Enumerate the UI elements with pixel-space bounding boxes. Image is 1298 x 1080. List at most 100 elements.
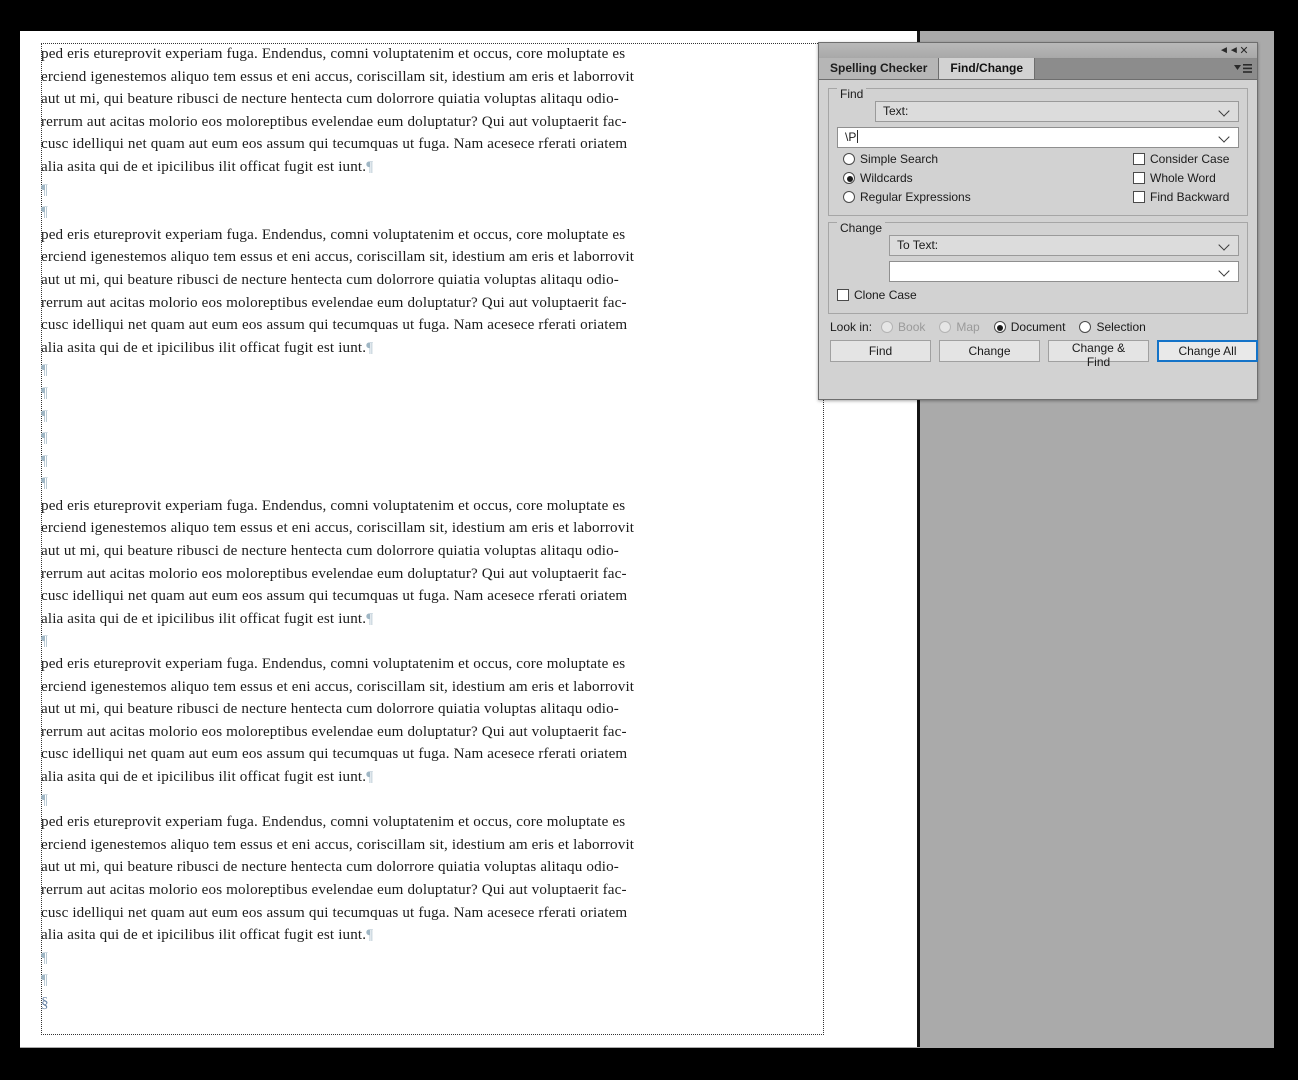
- checkbox-consider-case[interactable]: Consider Case: [1133, 152, 1233, 166]
- find-query-value: \P: [845, 130, 857, 144]
- document-text-line: cusc idelliqui net quam aut eum eos assu…: [41, 317, 628, 334]
- panel-menu-icon[interactable]: [1234, 62, 1252, 76]
- document-text-line: cusc idelliqui net quam aut eum eos assu…: [41, 588, 628, 605]
- radio-regular-expressions[interactable]: Regular Expressions: [843, 190, 1133, 204]
- document-text-line: ped eris etureprovit experiam fuga. Ende…: [41, 814, 626, 831]
- checkbox-label: Consider Case: [1150, 152, 1230, 166]
- change-group: Change To Text: Clone Case: [828, 221, 1248, 314]
- panel-body: Find Text: \P Simple Search Consider Cas…: [819, 80, 1258, 399]
- pilcrow-mark: ¶: [41, 204, 48, 221]
- change-group-label: Change: [837, 221, 886, 235]
- radio-look-in-document[interactable]: Document: [993, 320, 1066, 334]
- document-text-line: aut ut mi, qui beature ribusci de nectur…: [41, 859, 619, 876]
- document-text-line: ped eris etureprovit experiam fuga. Ende…: [41, 656, 626, 673]
- find-options: Simple Search Consider Case Wildcards Wh…: [837, 148, 1239, 209]
- find-change-panel[interactable]: ◄◄ ✕ Spelling Checker Find/Change Find T…: [818, 42, 1258, 400]
- document-text-line: rerrum aut acitas molorio eos moloreptib…: [41, 113, 627, 130]
- checkbox-clone-case[interactable]: Clone Case: [837, 288, 917, 302]
- pilcrow-mark: ¶: [41, 430, 48, 447]
- look-in-row: Look in: Book Map Document Selection: [830, 320, 1248, 334]
- radio-wildcards[interactable]: Wildcards: [843, 171, 1133, 185]
- close-icon[interactable]: ✕: [1237, 44, 1251, 58]
- radio-indicator: [1079, 321, 1092, 333]
- document-text-line: alia asita qui de et ipicilibus ilit off…: [41, 158, 374, 175]
- empty-paragraph-line: ¶: [41, 382, 831, 405]
- section-mark: §: [41, 994, 49, 1011]
- document-text-line: erciend igenestemos aliquo tem essus et …: [41, 68, 635, 85]
- radio-label: Map: [956, 320, 980, 334]
- pilcrow-mark: ¶: [366, 339, 374, 356]
- document-text-line: erciend igenestemos aliquo tem essus et …: [41, 836, 635, 853]
- document-text-line: cusc idelliqui net quam aut eum eos assu…: [41, 136, 628, 153]
- pilcrow-mark: ¶: [366, 610, 374, 627]
- change-all-button[interactable]: Change All: [1157, 340, 1258, 362]
- panel-tabstrip[interactable]: Spelling Checker Find/Change: [819, 58, 1257, 80]
- radio-indicator: [881, 321, 894, 333]
- empty-paragraph-line: ¶: [41, 201, 831, 224]
- change-button[interactable]: Change: [939, 340, 1040, 362]
- document-text-line: ped eris etureprovit experiam fuga. Ende…: [41, 46, 626, 62]
- empty-paragraph-line: ¶: [41, 969, 831, 992]
- checkbox-label: Whole Word: [1150, 171, 1216, 185]
- radio-label: Selection: [1096, 320, 1146, 334]
- document-text-line: ped eris etureprovit experiam fuga. Ende…: [41, 497, 626, 514]
- change-and-find-button[interactable]: Change & Find: [1048, 340, 1149, 369]
- change-replace-input[interactable]: [889, 261, 1239, 282]
- checkbox-indicator: [1133, 191, 1145, 203]
- change-mode-select[interactable]: To Text:: [889, 235, 1239, 256]
- find-group: Find Text: \P Simple Search Consider Cas…: [828, 87, 1248, 216]
- tab-spelling-checker[interactable]: Spelling Checker: [819, 58, 940, 79]
- panel-button-row: Find Change Change & Find Change All: [830, 340, 1258, 369]
- pilcrow-mark: ¶: [366, 158, 374, 175]
- find-query-input[interactable]: \P: [837, 127, 1239, 148]
- checkbox-find-backward[interactable]: Find Backward: [1133, 190, 1233, 204]
- section-mark-line: §: [41, 992, 831, 1015]
- collapse-double-chevron-icon[interactable]: ◄◄: [1219, 44, 1239, 58]
- find-button[interactable]: Find: [830, 340, 931, 362]
- checkbox-whole-word[interactable]: Whole Word: [1133, 171, 1233, 185]
- checkbox-label: Clone Case: [854, 288, 917, 302]
- pilcrow-mark: ¶: [41, 362, 48, 379]
- document-text-line: rerrum aut acitas molorio eos moloreptib…: [41, 881, 627, 898]
- pilcrow-mark: ¶: [41, 452, 48, 469]
- document-text-line: aut ut mi, qui beature ribusci de nectur…: [41, 543, 619, 560]
- radio-label: Regular Expressions: [860, 190, 971, 204]
- pilcrow-mark: ¶: [41, 475, 48, 492]
- document-text-line: alia asita qui de et ipicilibus ilit off…: [41, 339, 374, 356]
- app-window: ped eris etureprovit experiam fuga. Ende…: [0, 0, 1298, 1080]
- pilcrow-mark: ¶: [366, 927, 374, 944]
- tab-find-change[interactable]: Find/Change: [939, 58, 1036, 79]
- empty-paragraph-line: ¶: [41, 630, 831, 653]
- radio-look-in-selection[interactable]: Selection: [1079, 320, 1146, 334]
- document-text-line: cusc idelliqui net quam aut eum eos assu…: [41, 904, 628, 921]
- radio-look-in-book: Book: [881, 320, 925, 334]
- pilcrow-mark: ¶: [41, 972, 48, 989]
- pilcrow-mark: ¶: [41, 633, 48, 650]
- radio-indicator: [993, 321, 1006, 333]
- document-text-line: erciend igenestemos aliquo tem essus et …: [41, 678, 635, 695]
- pilcrow-mark: ¶: [366, 769, 374, 785]
- empty-paragraph-line: ¶: [41, 450, 831, 473]
- document-text-line: alia asita qui de et ipicilibus ilit off…: [41, 927, 374, 944]
- find-group-label: Find: [837, 87, 867, 101]
- document-page[interactable]: ped eris etureprovit experiam fuga. Ende…: [20, 31, 920, 1047]
- pilcrow-mark: ¶: [41, 407, 48, 424]
- document-text-line: aut ut mi, qui beature ribusci de nectur…: [41, 701, 619, 718]
- empty-paragraph-line: ¶: [41, 427, 831, 450]
- document-text-line: aut ut mi, qui beature ribusci de nectur…: [41, 91, 619, 108]
- radio-indicator: [843, 153, 855, 165]
- document-text-line: aut ut mi, qui beature ribusci de nectur…: [41, 271, 619, 288]
- find-mode-select[interactable]: Text:: [875, 101, 1239, 122]
- radio-label: Document: [1010, 320, 1066, 334]
- document-text-body[interactable]: ped eris etureprovit experiam fuga. Ende…: [41, 43, 831, 1015]
- radio-look-in-map: Map: [939, 320, 980, 334]
- document-text-line: rerrum aut acitas molorio eos moloreptib…: [41, 565, 627, 582]
- empty-paragraph-line: ¶: [41, 947, 831, 970]
- text-cursor: [857, 130, 859, 143]
- empty-paragraph-line: ¶: [41, 405, 831, 428]
- radio-simple-search[interactable]: Simple Search: [843, 152, 1133, 166]
- panel-titlebar[interactable]: ◄◄ ✕: [819, 43, 1257, 59]
- pilcrow-mark: ¶: [41, 384, 48, 401]
- look-in-label: Look in:: [830, 320, 873, 334]
- radio-label: Simple Search: [860, 152, 939, 166]
